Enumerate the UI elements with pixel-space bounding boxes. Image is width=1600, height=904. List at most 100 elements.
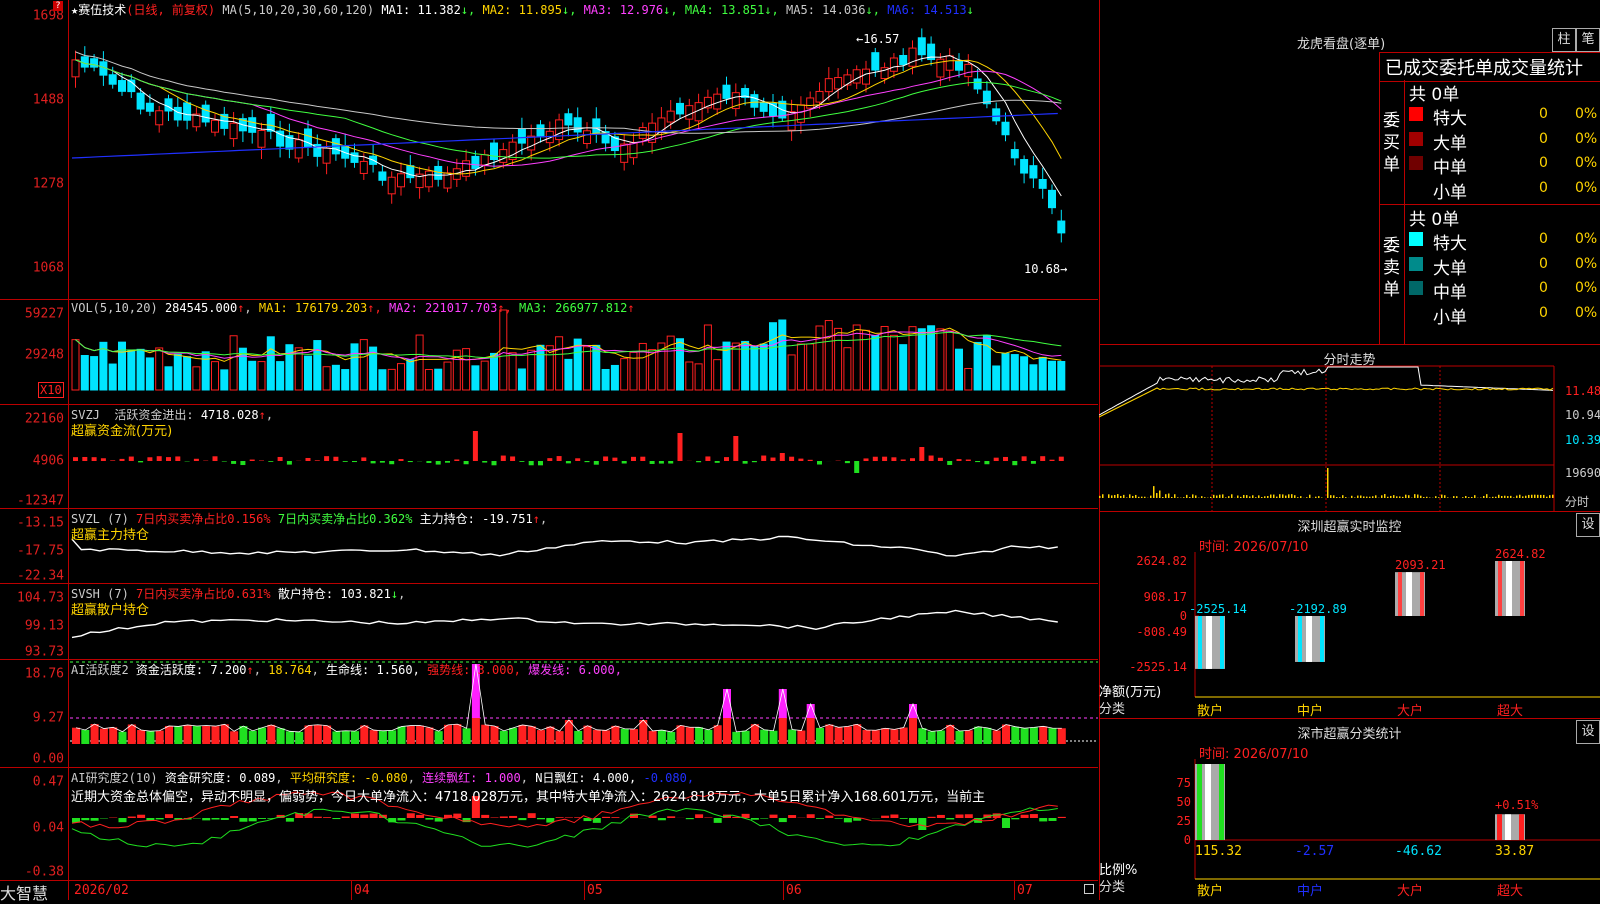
svzl-panel[interactable]: -13.15 -17.75 -22.34 SVZL (7) 7日内买卖净占比0.…: [0, 509, 1098, 584]
candle: [825, 79, 832, 92]
intraday-volume: [1438, 497, 1440, 498]
activity-bar: [1058, 728, 1066, 744]
ai-research-panel[interactable]: 0.47 0.04 -0.38 AI研究度2(10) 资金研究度: 0.089,…: [0, 768, 1098, 881]
volume-bar: [565, 359, 572, 390]
bar-value-label: 33.87: [1495, 844, 1534, 859]
svzj-panel[interactable]: 22160 4906 -12347 SVZJ 活跃资金进出: 4718.028↑…: [0, 405, 1098, 509]
intraday-unit: 分时: [1565, 493, 1589, 510]
avg-research-label: 平均研究度:: [290, 771, 357, 785]
activity-bar: [835, 727, 843, 744]
ratio-bar-highlight: [1505, 814, 1511, 840]
kline-panel[interactable]: 1698 1488 1278 1068 ? ★赛伍技术(日线, 前复权) MA(…: [0, 0, 1098, 300]
lock-icon[interactable]: [1084, 884, 1094, 894]
y-tick: -2525.14: [1129, 660, 1187, 674]
activity-bar-peak: [779, 689, 787, 718]
activity-bar: [863, 730, 871, 744]
activity-bar: [909, 718, 917, 744]
candle: [407, 166, 414, 178]
activity-bar: [491, 726, 499, 744]
intraday-volume: [1111, 495, 1113, 498]
y-tick: 19690: [1565, 466, 1600, 480]
intraday-volume: [1315, 497, 1317, 498]
intraday-volume: [1246, 495, 1248, 498]
volume-bar: [444, 362, 451, 390]
intraday-volume: [1498, 495, 1500, 498]
y-tick: 0: [1180, 609, 1187, 623]
candle: [723, 85, 730, 98]
research-bar: [658, 818, 666, 820]
burst-line-value: 6.000,: [579, 663, 622, 677]
activity-bar: [677, 725, 685, 744]
research-bar: [91, 818, 99, 821]
research-bar: [398, 818, 406, 820]
tick-mode-button[interactable]: 笔: [1576, 28, 1600, 52]
activity-bar: [286, 731, 294, 744]
research-bar: [314, 817, 322, 818]
ai-research-label: 资金研究度:: [165, 771, 232, 785]
svsh-subtitle: 超赢散户持仓: [71, 599, 149, 618]
monitor-bar-highlight: [1506, 561, 1512, 616]
lifeline-label: 生命线:: [326, 663, 369, 677]
chart-area[interactable]: 1698 1488 1278 1068 ? ★赛伍技术(日线, 前复权) MA(…: [0, 0, 1098, 900]
activity-bar: [193, 726, 201, 744]
research-bar: [928, 817, 936, 818]
y-tick: 0: [1184, 833, 1191, 847]
flow-bar: [678, 433, 683, 461]
flow-bar: [454, 459, 459, 461]
intraday-volume: [1318, 496, 1320, 498]
intraday-volume: [1153, 486, 1155, 498]
volume-bar: [1039, 357, 1046, 390]
candle: [295, 140, 302, 158]
ai-activity-panel[interactable]: 18.76 9.27 0.00 AI活跃度2 资金活跃度: 7.200↑, 18…: [0, 660, 1098, 768]
volume-bar: [509, 353, 516, 390]
intraday-volume: [1504, 496, 1506, 498]
volume-bar: [844, 348, 851, 390]
intraday-volume: [1243, 495, 1245, 498]
intraday-volume: [1336, 497, 1338, 498]
research-bar: [128, 817, 136, 818]
intraday-volume: [1225, 497, 1227, 498]
volume-bar: [230, 336, 237, 390]
color-swatch: [1409, 132, 1423, 146]
flow-bar: [1003, 457, 1008, 461]
lhb-row-count: 0: [1539, 256, 1548, 272]
flow-bar: [175, 456, 180, 461]
flow-bar: [1012, 461, 1017, 465]
activity-bar: [574, 731, 582, 744]
volume-panel[interactable]: 59227 29248 X10 VOL(5,10,20) 284545.000↑…: [0, 300, 1098, 405]
intraday-volume: [1138, 497, 1140, 498]
intraday-volume: [1156, 493, 1158, 498]
research-bar: [323, 817, 331, 818]
volume-bar: [853, 325, 860, 390]
svzl-arrow: ↑: [533, 512, 540, 526]
activity-bar: [119, 732, 127, 744]
volume-bar: [965, 368, 972, 390]
intraday-panel[interactable]: 分时走势 11.48 10.94 10.39 19690 分时: [1099, 345, 1600, 512]
period-mode[interactable]: (日线, 前复权): [126, 3, 215, 17]
research-bar: [537, 818, 545, 819]
flow-bar: [798, 459, 803, 461]
candle: [388, 177, 395, 194]
svzl-subtitle: 超赢主力持仓: [71, 524, 149, 543]
activity-bar: [611, 726, 619, 744]
research-bar: [481, 815, 489, 818]
activity-bar: [1039, 726, 1047, 744]
flow-bar: [492, 461, 497, 465]
activity-bar: [695, 727, 703, 744]
bar-mode-button[interactable]: 柱: [1552, 28, 1576, 52]
research-bar: [760, 818, 768, 819]
lhb-row-特大: 特大00%: [1409, 229, 1600, 251]
activity-bar: [1021, 728, 1029, 744]
volume-bar: [900, 345, 907, 390]
flow-bar: [82, 457, 87, 461]
intraday-volume: [1327, 468, 1329, 498]
flow-bar: [557, 456, 562, 461]
n-day-red-label: N日飘红:: [535, 771, 585, 785]
ratio-bar-edge: [1197, 764, 1202, 840]
flow-bar: [938, 458, 943, 461]
activity-bar: [760, 730, 768, 744]
lhb-title: 龙虎看盘(逐单): [1297, 33, 1385, 52]
research-bar: [890, 814, 898, 818]
ma-value: MA3: 266977.812: [519, 301, 627, 315]
svsh-panel[interactable]: 104.73 99.13 93.73 SVSH (7) 7日内买卖净占比0.63…: [0, 584, 1098, 660]
